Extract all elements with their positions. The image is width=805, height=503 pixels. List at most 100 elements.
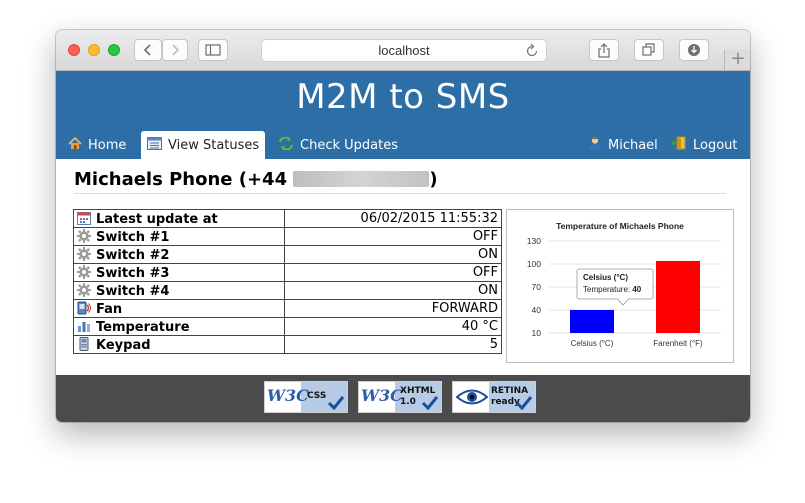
status-row: Keypad 5 xyxy=(73,335,502,354)
status-value-temperature: 40 °C xyxy=(284,317,502,336)
status-row: Switch #3 OFF xyxy=(73,263,502,282)
nav-view-statuses[interactable]: View Statuses xyxy=(141,131,266,159)
retina-ready-badge[interactable]: RETINA ready xyxy=(452,381,536,413)
nav-view-statuses-label: View Statuses xyxy=(168,137,260,153)
status-label-cell: Switch #4 xyxy=(73,281,285,300)
home-icon xyxy=(68,136,82,154)
status-row: Fan FORWARD xyxy=(73,299,502,318)
logout-door-icon xyxy=(670,136,687,154)
nav-logout-label: Logout xyxy=(693,137,738,153)
nav-check-updates[interactable]: Check Updates xyxy=(278,131,398,159)
status-value-keypad: 5 xyxy=(284,335,502,354)
status-label-latest-update-at: Latest update at xyxy=(96,211,218,227)
temperature-chart: Temperature of Michaels Phone 10 40 70 100 13… xyxy=(506,209,734,363)
list-icon xyxy=(147,136,162,154)
nav-user[interactable]: Michael xyxy=(588,131,658,159)
status-label-switch-3: Switch #3 xyxy=(96,265,170,281)
status-value-fan: FORWARD xyxy=(284,299,502,318)
y-tick-label: 70 xyxy=(532,282,542,292)
status-value-switch-4: ON xyxy=(284,281,502,300)
w3c-logo: W3C xyxy=(361,386,403,405)
y-tick-label: 40 xyxy=(532,305,542,315)
status-label-switch-1: Switch #1 xyxy=(96,229,170,245)
gear-icon xyxy=(77,282,96,299)
nav-check-updates-label: Check Updates xyxy=(300,137,398,153)
eye-icon xyxy=(456,389,488,405)
back-button[interactable] xyxy=(134,39,162,61)
forward-button[interactable] xyxy=(162,39,188,61)
status-row: Switch #1 OFF xyxy=(73,227,502,246)
sidebar-icon xyxy=(205,44,221,56)
nav-home[interactable]: Home xyxy=(68,131,126,159)
status-label-cell: Switch #2 xyxy=(73,245,285,264)
sidebar-button[interactable] xyxy=(198,39,228,61)
phone-title: Michaels Phone (+44 ) xyxy=(74,169,438,190)
status-table: Latest update at 06/02/2015 11:55:32 Switc… xyxy=(73,209,502,354)
status-label-keypad: Keypad xyxy=(96,337,151,353)
gear-icon xyxy=(77,228,96,245)
downloads-button[interactable] xyxy=(679,39,709,61)
download-icon xyxy=(688,44,700,56)
phone-title-suffix: ) xyxy=(429,169,438,190)
y-tick-label: 100 xyxy=(527,259,541,269)
status-label-cell: Switch #1 xyxy=(73,227,285,246)
status-label-cell: Fan xyxy=(73,299,285,318)
bar-celsius xyxy=(570,310,614,333)
y-tick-label: 10 xyxy=(532,328,542,338)
reload-icon[interactable] xyxy=(525,42,539,64)
calendar-icon xyxy=(77,211,96,227)
tooltip-title: Celsius (°C) xyxy=(583,273,628,282)
status-label-temperature: Temperature xyxy=(96,319,190,335)
main-nav: Home View Statuses Check Updates Michael… xyxy=(56,131,750,159)
status-row: Switch #4 ON xyxy=(73,281,502,300)
site-header: M2M to SMS Home View Statuses Check Upda… xyxy=(56,71,750,159)
keypad-icon xyxy=(77,336,96,353)
web-page: M2M to SMS Home View Statuses Check Upda… xyxy=(56,71,750,422)
status-value-switch-1: OFF xyxy=(284,227,502,246)
address-bar[interactable]: localhost xyxy=(261,39,547,62)
nav-logout[interactable]: Logout xyxy=(670,131,738,159)
y-tick-label: 130 xyxy=(527,236,541,246)
tabs-button[interactable] xyxy=(634,39,664,61)
phone-title-prefix: Michaels Phone (+44 xyxy=(74,169,288,190)
checkmark-icon xyxy=(421,396,439,411)
nav-home-label: Home xyxy=(88,137,127,153)
status-label-switch-2: Switch #2 xyxy=(96,247,170,263)
bar-farenheit xyxy=(656,260,700,333)
close-window-button[interactable] xyxy=(68,44,80,56)
title-divider xyxy=(74,193,726,194)
status-row: Temperature 40 °C xyxy=(73,317,502,336)
chart-title: Temperature of Michaels Phone xyxy=(556,221,684,231)
status-label-fan: Fan xyxy=(96,301,123,317)
status-label-switch-4: Switch #4 xyxy=(96,283,170,299)
w3c-logo: W3C xyxy=(267,386,309,405)
status-label-cell: Latest update at xyxy=(73,209,285,228)
css-badge-text: CSS xyxy=(307,391,327,401)
bar-chart-icon xyxy=(77,320,96,335)
xhtml-version-text: 1.0 xyxy=(400,397,416,407)
status-row: Switch #2 ON xyxy=(73,245,502,264)
checkmark-icon xyxy=(327,396,345,411)
user-icon xyxy=(588,136,602,154)
chevron-left-icon xyxy=(143,44,151,56)
share-button[interactable] xyxy=(589,39,619,61)
w3c-css-badge[interactable]: W3C CSS xyxy=(264,381,348,413)
x-tick-label: Celsius (°C) xyxy=(571,339,614,348)
browser-window: localhost + M2M to SMS Home View Statuse… xyxy=(56,30,750,422)
gear-icon xyxy=(77,246,96,263)
tooltip-label: Temperature: 40 xyxy=(583,285,642,294)
status-row: Latest update at 06/02/2015 11:55:32 xyxy=(73,209,502,228)
site-title: M2M to SMS xyxy=(296,77,510,117)
browser-toolbar: localhost + xyxy=(56,30,750,71)
gear-icon xyxy=(77,264,96,281)
redacted-phone-number xyxy=(293,171,430,187)
minimize-window-button[interactable] xyxy=(88,44,100,56)
tooltip-pointer xyxy=(616,298,630,306)
zoom-window-button[interactable] xyxy=(108,44,120,56)
status-label-cell: Keypad xyxy=(73,335,285,354)
w3c-xhtml-badge[interactable]: W3C XHTML 1.0 xyxy=(358,381,442,413)
status-label-cell: Switch #3 xyxy=(73,263,285,282)
chevron-right-icon xyxy=(172,44,180,56)
chart-svg: Temperature of Michaels Phone 10 40 70 100 13… xyxy=(527,221,721,348)
new-tab-button[interactable]: + xyxy=(724,50,750,70)
